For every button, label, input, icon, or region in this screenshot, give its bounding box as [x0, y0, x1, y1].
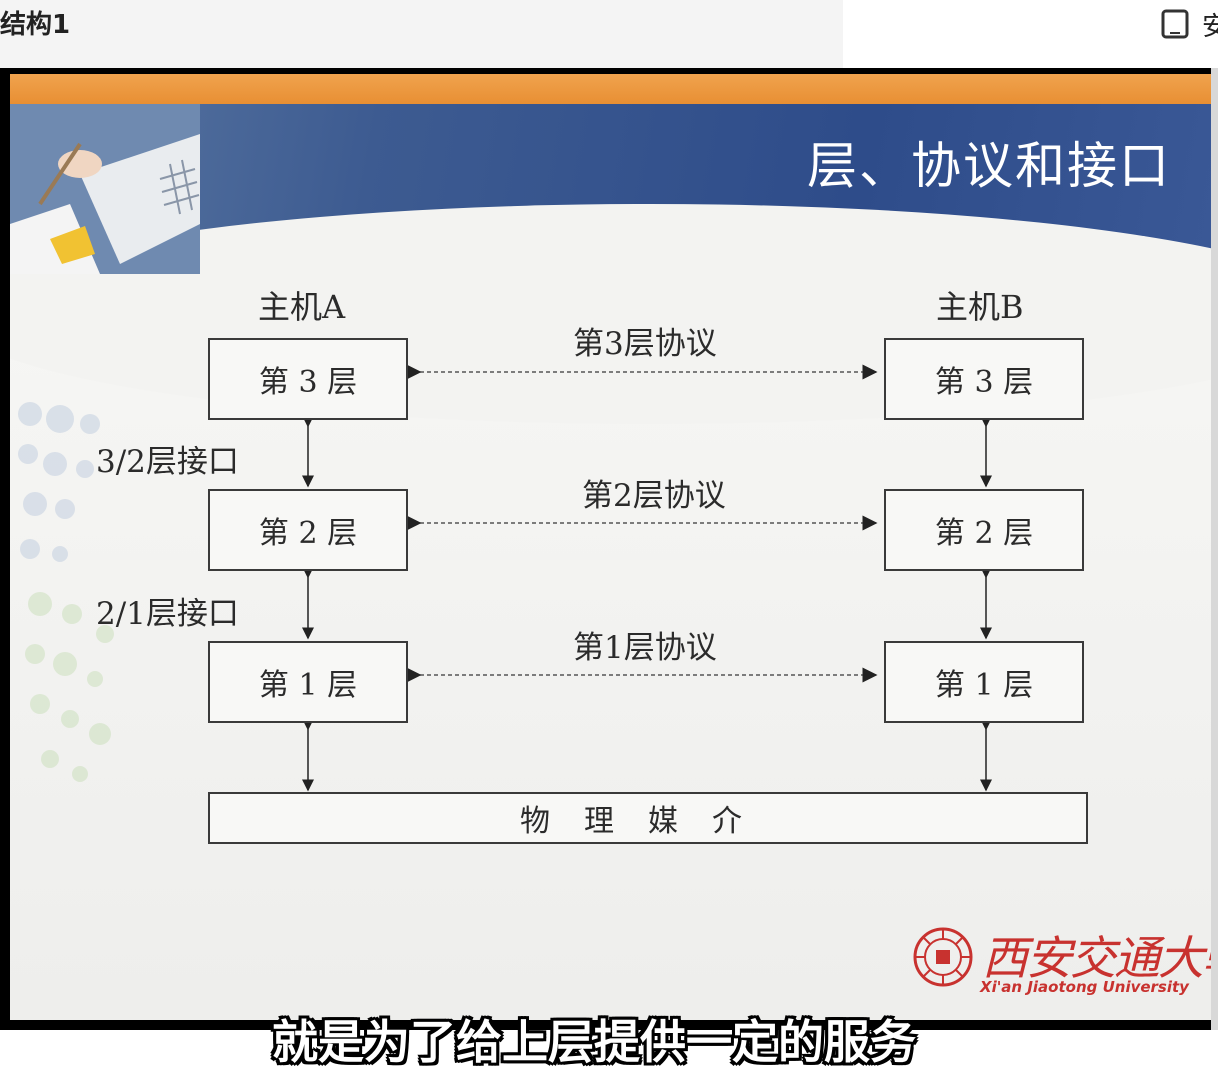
university-seal-icon	[913, 927, 973, 987]
physical-medium-box: 物理媒介	[208, 792, 1088, 844]
host-a-layer-3: 第 3 层	[208, 338, 408, 420]
tablet-icon[interactable]	[1160, 8, 1190, 40]
title-area: 结构1	[0, 0, 843, 68]
scrollbar-edge[interactable]	[1211, 68, 1218, 1030]
host-a-layer-1: 第 1 层	[208, 641, 408, 723]
host-b-layer-2: 第 2 层	[884, 489, 1084, 571]
interface-21-label: 2/1层接口	[96, 596, 239, 632]
host-b-layer-1: 第 1 层	[884, 641, 1084, 723]
host-b-layer-3: 第 3 层	[884, 338, 1084, 420]
page-title: 结构1	[0, 10, 71, 40]
cut-off-label: 安	[1202, 12, 1218, 42]
top-bar: 结构1 安	[0, 0, 1218, 68]
university-logo-subtext: Xi'an Jiaotong University	[980, 978, 1189, 996]
video-subtitle: 就是为了给上层提供一定的服务	[272, 1015, 916, 1069]
interface-32-label: 3/2层接口	[96, 444, 239, 480]
protocol-2-label: 第2层协议	[582, 478, 726, 514]
video-player[interactable]: 层、协议和接口 主机A 主机B 第 3 层 第 2 层 第 1 层 第 3 层 …	[0, 68, 1211, 1069]
host-a-layer-2: 第 2 层	[208, 489, 408, 571]
host-a-label: 主机A	[258, 288, 346, 326]
protocol-3-label: 第3层协议	[573, 326, 717, 362]
host-b-label: 主机B	[936, 288, 1024, 326]
protocol-1-label: 第1层协议	[573, 630, 717, 666]
lecture-slide: 层、协议和接口 主机A 主机B 第 3 层 第 2 层 第 1 层 第 3 层 …	[10, 74, 1211, 1020]
layer-protocol-diagram: 主机A 主机B 第 3 层 第 2 层 第 1 层 第 3 层 第 2 层 第 …	[10, 74, 1211, 1020]
